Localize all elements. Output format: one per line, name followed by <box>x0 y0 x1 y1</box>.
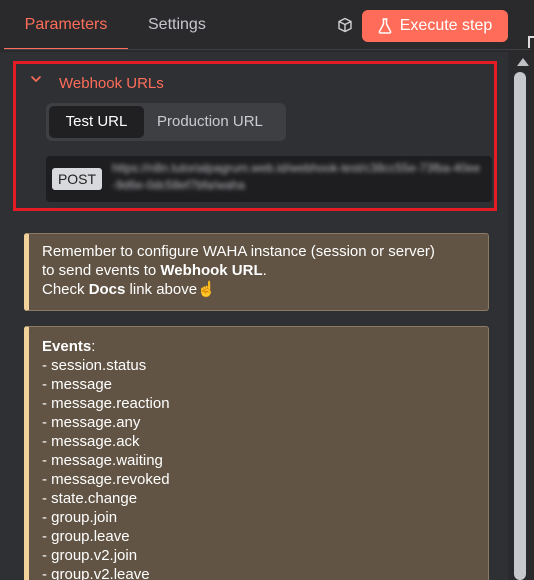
event-item: - group.v2.leave <box>42 566 150 580</box>
production-url-option[interactable]: Production URL <box>157 106 263 138</box>
url-type-toggle: Test URL Production URL <box>46 103 286 141</box>
tab-divider <box>4 49 530 50</box>
webhook-url-field[interactable]: POST https://n8n.tutorialpagrum.web.id/w… <box>46 156 492 202</box>
cube-icon[interactable] <box>337 17 353 33</box>
execute-step-button[interactable]: Execute step <box>362 10 508 42</box>
notice-line-3-end: link above <box>125 281 198 298</box>
event-item: - group.v2.join <box>42 547 138 564</box>
event-item: - session.status <box>42 357 147 374</box>
events-list: Events: - session.status - message - mes… <box>24 326 489 580</box>
events-heading-colon: : <box>91 338 96 355</box>
event-item: - message <box>42 376 113 393</box>
notice-line-3: Check Docs link above☝ <box>42 280 478 299</box>
test-url-option[interactable]: Test URL <box>49 106 144 138</box>
tab-settings[interactable]: Settings <box>148 0 206 50</box>
scroll-up-arrow-icon[interactable] <box>517 58 529 66</box>
notice-line-2-end: . <box>262 262 267 279</box>
events-heading-label: Events <box>42 338 92 355</box>
pointing-up-icon: ☝ <box>197 281 216 298</box>
tab-bar: Parameters Settings Execute step <box>0 0 534 52</box>
config-notice: Remember to configure WAHA instance (ses… <box>24 233 489 311</box>
http-method-badge: POST <box>52 168 102 190</box>
event-item: - group.leave <box>42 528 130 545</box>
webhook-url-emphasis: Webhook URL <box>160 262 263 279</box>
webhook-urls-section: Webhook URLs Test URL Production URL POS… <box>13 61 497 211</box>
event-item: - message.ack <box>42 433 140 450</box>
scrollbar-thumb[interactable] <box>514 72 526 580</box>
event-item: - message.reaction <box>42 395 170 412</box>
notice-line-3-text: Check <box>42 281 89 298</box>
events-heading: Events: <box>42 337 478 356</box>
notice-line-2-text: to send events to <box>42 262 161 279</box>
chevron-down-icon[interactable] <box>30 73 42 85</box>
tab-parameters[interactable]: Parameters <box>4 0 128 50</box>
event-item: - message.any <box>42 414 141 431</box>
event-item: - message.revoked <box>42 471 170 488</box>
execute-step-label: Execute step <box>399 17 493 34</box>
event-item: - group.join <box>42 509 118 526</box>
notice-line-2: to send events to Webhook URL. <box>42 261 478 280</box>
event-item: - state.change <box>42 490 138 507</box>
notice-line-1: Remember to configure WAHA instance (ses… <box>42 243 435 260</box>
scrollbar[interactable] <box>510 52 534 580</box>
resize-corner <box>528 36 534 48</box>
webhook-url-text[interactable]: https://n8n.tutorialpagrum.web.id/webhoo… <box>112 160 484 194</box>
event-item: - message.waiting <box>42 452 163 469</box>
docs-emphasis: Docs <box>88 281 126 298</box>
webhook-urls-title[interactable]: Webhook URLs <box>59 75 164 92</box>
flask-icon <box>378 18 392 34</box>
